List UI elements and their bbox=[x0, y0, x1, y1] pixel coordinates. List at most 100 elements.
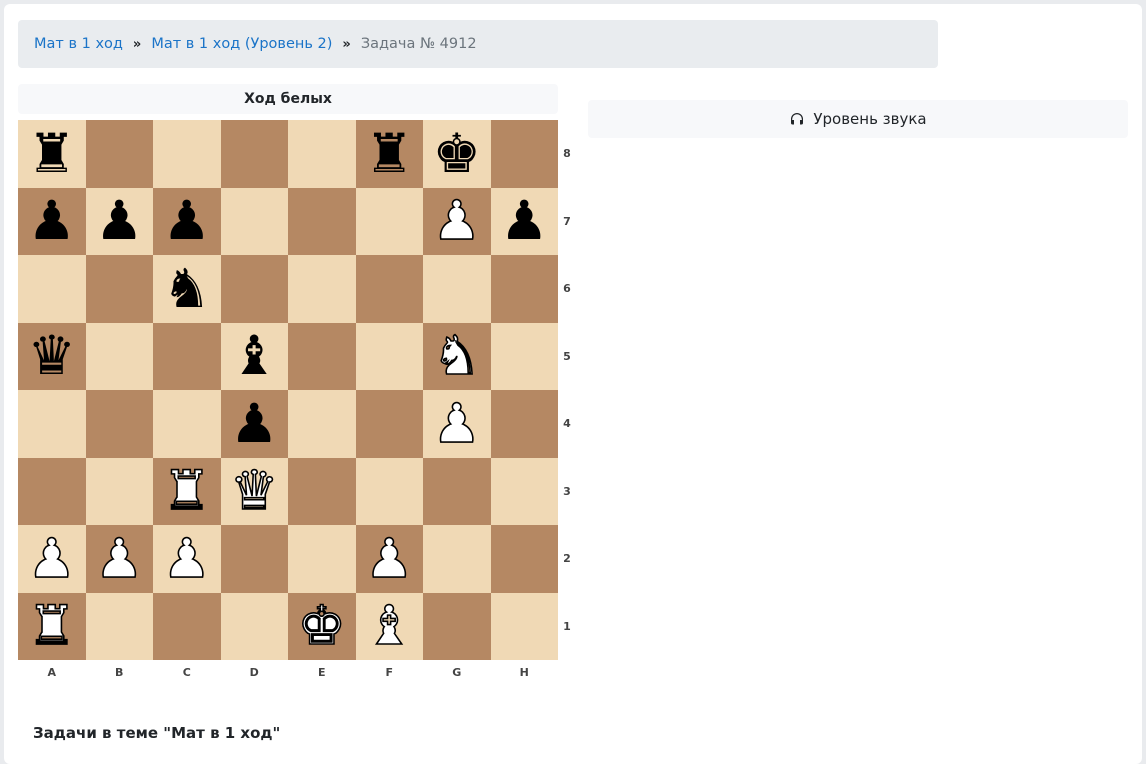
black-rook-icon[interactable]: ♜ bbox=[365, 126, 413, 181]
square-a7[interactable]: ♟ bbox=[18, 187, 86, 255]
square-b8[interactable] bbox=[85, 120, 153, 188]
square-f4[interactable] bbox=[355, 390, 423, 458]
white-pawn-icon[interactable]: ♟ bbox=[432, 395, 482, 451]
square-a2[interactable]: ♟ bbox=[18, 525, 86, 593]
square-a1[interactable]: ♜ bbox=[18, 592, 86, 660]
square-c6[interactable]: ♞ bbox=[153, 255, 221, 323]
white-knight-icon[interactable]: ♞ bbox=[432, 328, 482, 384]
square-f2[interactable]: ♟ bbox=[355, 525, 423, 593]
square-d6[interactable] bbox=[220, 255, 288, 323]
square-f5[interactable] bbox=[355, 322, 423, 390]
white-rook-icon[interactable]: ♜ bbox=[162, 463, 212, 519]
square-c8[interactable] bbox=[153, 120, 221, 188]
square-e7[interactable] bbox=[288, 187, 356, 255]
square-a8[interactable]: ♜ bbox=[18, 120, 86, 188]
square-f6[interactable] bbox=[355, 255, 423, 323]
square-g8[interactable]: ♚ bbox=[423, 120, 491, 188]
black-rook-icon[interactable]: ♜ bbox=[28, 126, 76, 181]
square-d1[interactable] bbox=[220, 592, 288, 660]
black-pawn-icon[interactable]: ♟ bbox=[95, 194, 143, 248]
square-h6[interactable] bbox=[490, 255, 558, 323]
black-pawn-icon[interactable]: ♟ bbox=[230, 396, 278, 451]
square-h4[interactable] bbox=[490, 390, 558, 458]
square-c1[interactable] bbox=[153, 592, 221, 660]
square-a4[interactable] bbox=[18, 390, 86, 458]
square-b7[interactable]: ♟ bbox=[85, 187, 153, 255]
square-e1[interactable]: ♚ bbox=[288, 592, 356, 660]
chess-board[interactable]: ♜ ♜ ♚ ♟ ♟ ♟ ♟ ♟ ♞ ♛ ♝ ♞ ♟ ♟ ♜ ♛ ♟ ♟ ♟ ♟ ♜ ♚ ♝ bbox=[18, 120, 558, 660]
square-c4[interactable] bbox=[153, 390, 221, 458]
square-h8[interactable] bbox=[490, 120, 558, 188]
square-e2[interactable] bbox=[288, 525, 356, 593]
square-e5[interactable] bbox=[288, 322, 356, 390]
square-c2[interactable]: ♟ bbox=[153, 525, 221, 593]
square-f7[interactable] bbox=[355, 187, 423, 255]
square-b3[interactable] bbox=[85, 457, 153, 525]
square-g4[interactable]: ♟ bbox=[423, 390, 491, 458]
black-king-icon[interactable]: ♚ bbox=[433, 126, 481, 181]
square-d2[interactable] bbox=[220, 525, 288, 593]
square-g5[interactable]: ♞ bbox=[423, 322, 491, 390]
square-d7[interactable] bbox=[220, 187, 288, 255]
square-d5[interactable]: ♝ bbox=[220, 322, 288, 390]
square-a5[interactable]: ♛ bbox=[18, 322, 86, 390]
square-e4[interactable] bbox=[288, 390, 356, 458]
square-b4[interactable] bbox=[85, 390, 153, 458]
square-a3[interactable] bbox=[18, 457, 86, 525]
turn-indicator: Ход белых bbox=[18, 84, 558, 114]
file-label: C bbox=[182, 665, 191, 679]
white-pawn-icon[interactable]: ♟ bbox=[432, 193, 482, 249]
black-bishop-icon[interactable]: ♝ bbox=[230, 329, 278, 383]
square-e3[interactable] bbox=[288, 457, 356, 525]
square-e8[interactable] bbox=[288, 120, 356, 188]
square-h7[interactable]: ♟ bbox=[490, 187, 558, 255]
sound-level-button[interactable]: Уровень звука bbox=[588, 100, 1128, 138]
square-f3[interactable] bbox=[355, 457, 423, 525]
file-label: B bbox=[115, 665, 124, 679]
square-f1[interactable]: ♝ bbox=[355, 592, 423, 660]
square-h2[interactable] bbox=[490, 525, 558, 593]
square-d8[interactable] bbox=[220, 120, 288, 188]
square-h3[interactable] bbox=[490, 457, 558, 525]
square-h5[interactable] bbox=[490, 322, 558, 390]
square-g1[interactable] bbox=[423, 592, 491, 660]
white-king-icon[interactable]: ♚ bbox=[297, 598, 347, 654]
black-queen-icon[interactable]: ♛ bbox=[28, 329, 76, 383]
square-d4[interactable]: ♟ bbox=[220, 390, 288, 458]
square-e6[interactable] bbox=[288, 255, 356, 323]
square-c5[interactable] bbox=[153, 322, 221, 390]
white-pawn-icon[interactable]: ♟ bbox=[94, 530, 144, 586]
breadcrumb-link-mate-in-1-level-2[interactable]: Мат в 1 ход (Уровень 2) bbox=[151, 36, 332, 52]
square-h1[interactable] bbox=[490, 592, 558, 660]
rank-label: 3 bbox=[563, 484, 571, 498]
square-b1[interactable] bbox=[85, 592, 153, 660]
square-d3[interactable]: ♛ bbox=[220, 457, 288, 525]
square-a6[interactable] bbox=[18, 255, 86, 323]
square-g6[interactable] bbox=[423, 255, 491, 323]
white-pawn-icon[interactable]: ♟ bbox=[364, 530, 414, 586]
square-b5[interactable] bbox=[85, 322, 153, 390]
rank-label: 8 bbox=[563, 147, 571, 161]
square-g3[interactable] bbox=[423, 457, 491, 525]
page-container: Мат в 1 ход » Мат в 1 ход (Уровень 2) » … bbox=[4, 4, 1142, 764]
black-pawn-icon[interactable]: ♟ bbox=[163, 194, 211, 248]
square-c3[interactable]: ♜ bbox=[153, 457, 221, 525]
white-queen-icon[interactable]: ♛ bbox=[229, 463, 279, 519]
square-c7[interactable]: ♟ bbox=[153, 187, 221, 255]
square-f8[interactable]: ♜ bbox=[355, 120, 423, 188]
black-knight-icon[interactable]: ♞ bbox=[163, 261, 211, 316]
black-pawn-icon[interactable]: ♟ bbox=[28, 194, 76, 248]
square-g2[interactable] bbox=[423, 525, 491, 593]
black-pawn-icon[interactable]: ♟ bbox=[500, 194, 548, 248]
sound-level-label: Уровень звука bbox=[813, 110, 927, 128]
breadcrumb-separator: » bbox=[342, 36, 351, 52]
white-rook-icon[interactable]: ♜ bbox=[27, 598, 77, 654]
breadcrumb-link-mate-in-1[interactable]: Мат в 1 ход bbox=[34, 36, 123, 52]
white-pawn-icon[interactable]: ♟ bbox=[162, 530, 212, 586]
square-b2[interactable]: ♟ bbox=[85, 525, 153, 593]
rank-label: 1 bbox=[563, 619, 571, 633]
white-pawn-icon[interactable]: ♟ bbox=[27, 530, 77, 586]
white-bishop-icon[interactable]: ♝ bbox=[364, 598, 414, 654]
square-b6[interactable] bbox=[85, 255, 153, 323]
square-g7[interactable]: ♟ bbox=[423, 187, 491, 255]
